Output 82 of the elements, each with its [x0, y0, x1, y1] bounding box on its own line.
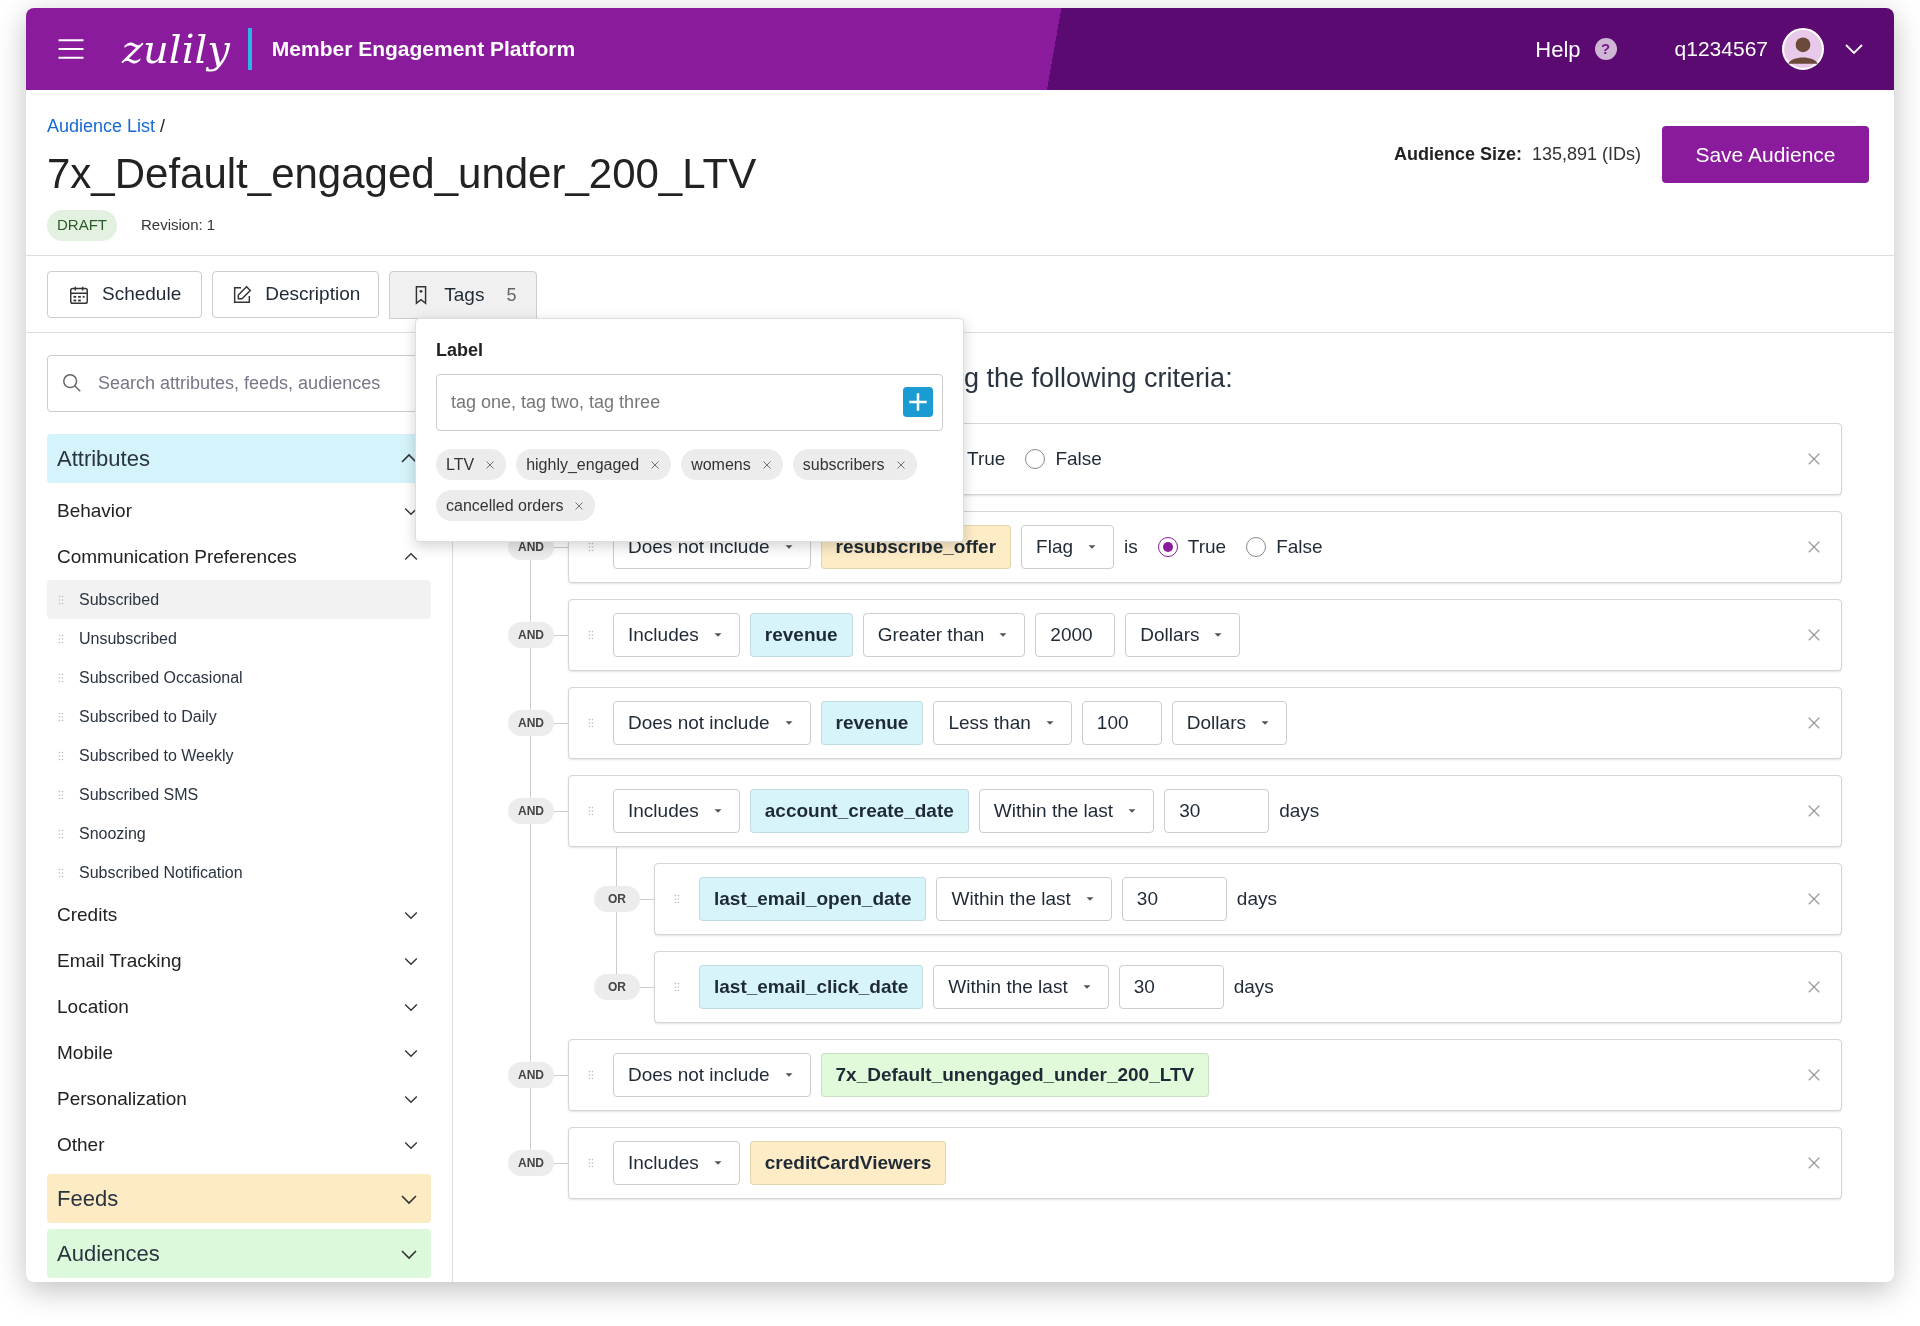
dropdown[interactable]: Includes: [613, 613, 740, 657]
username[interactable]: q1234567: [1674, 33, 1768, 65]
connector-badge: AND: [508, 1062, 554, 1088]
page-title: 7x_Default_engaged_under_200_LTV: [47, 149, 757, 199]
criteria-text: days: [1236, 886, 1277, 911]
connector-badge: OR: [594, 886, 640, 912]
category-row[interactable]: Email Tracking: [47, 938, 431, 984]
dropdown[interactable]: Less than: [933, 701, 1072, 745]
category-row[interactable]: Mobile: [47, 1030, 431, 1076]
tag-input-field[interactable]: tag one, tag two, tag three: [436, 374, 943, 431]
category-row[interactable]: Behavior: [47, 488, 431, 534]
radio-option[interactable]: True: [1157, 532, 1227, 562]
attribute-item[interactable]: Unsubscribed: [47, 619, 431, 658]
criteria-text: days: [1279, 798, 1320, 823]
revision-label: Revision: 1: [141, 215, 216, 235]
dropdown[interactable]: Includes: [613, 789, 740, 833]
criteria-heading: g the following criteria:: [964, 361, 1233, 395]
category-row[interactable]: Credits: [47, 892, 431, 938]
dropdown[interactable]: Dollars: [1171, 701, 1287, 745]
app-title: Member Engagement Platform: [271, 36, 576, 63]
criteria-tag: revenue: [820, 701, 924, 745]
value-input[interactable]: 30: [1164, 789, 1270, 833]
dropdown[interactable]: Does not include: [613, 701, 811, 745]
toolbar-tab[interactable]: Schedule: [47, 271, 203, 318]
dropdown[interactable]: Within the last: [978, 789, 1155, 833]
help-link[interactable]: Help: [1535, 32, 1581, 66]
category-row[interactable]: Other: [47, 1122, 431, 1168]
connector-badge: AND: [508, 798, 554, 824]
dropdown[interactable]: Flag: [1021, 525, 1115, 569]
radio-option[interactable]: False: [1246, 532, 1323, 562]
connector-badge: AND: [508, 622, 554, 648]
criteria-tag: account_create_date: [749, 789, 969, 833]
criteria-tag: creditCardViewers: [749, 1141, 947, 1185]
criteria-text: is: [1124, 534, 1138, 559]
criteria-text: days: [1233, 974, 1274, 999]
attribute-item[interactable]: Subscribed to Weekly: [47, 736, 431, 775]
category-row[interactable]: Personalization: [47, 1076, 431, 1122]
connector-badge: AND: [508, 1150, 554, 1176]
attribute-item[interactable]: Subscribed: [47, 580, 431, 619]
help-icon[interactable]: ?: [1594, 38, 1617, 60]
tag-chip[interactable]: highly_engaged: [516, 449, 672, 480]
dropdown[interactable]: Within the last: [936, 877, 1112, 921]
tag-chip[interactable]: womens: [681, 449, 783, 480]
dropdown[interactable]: Dollars: [1125, 613, 1241, 657]
connector-badge: AND: [508, 710, 554, 736]
attribute-item[interactable]: Subscribed SMS: [47, 775, 431, 814]
field-label: Label: [436, 339, 484, 362]
dropdown[interactable]: Within the last: [933, 965, 1109, 1009]
status-badge: DRAFT: [47, 210, 117, 241]
attribute-item[interactable]: Snoozing: [47, 814, 431, 853]
criteria-text: True: [967, 446, 1006, 471]
criteria-tag: last_email_click_date: [699, 965, 924, 1009]
value-input[interactable]: 2000: [1035, 613, 1116, 657]
breadcrumb-separator: /: [160, 115, 166, 138]
value-input[interactable]: 100: [1081, 701, 1162, 745]
breadcrumb-link[interactable]: Audience List: [47, 113, 156, 140]
tag-count: 5: [506, 283, 517, 307]
dropdown[interactable]: Greater than: [862, 613, 1026, 657]
attribute-item[interactable]: Subscribed Occasional: [47, 658, 431, 697]
audience-size-label: Audience Size:: [1393, 143, 1522, 166]
attribute-item[interactable]: Subscribed Notification: [47, 853, 431, 892]
radio-option[interactable]: False: [1025, 444, 1102, 474]
toolbar-tab[interactable]: Tags 5: [389, 271, 538, 319]
save-audience-button[interactable]: Save Audience: [1662, 126, 1869, 183]
value-input[interactable]: 30: [1121, 877, 1227, 921]
category-row[interactable]: Communication Preferences: [47, 534, 431, 580]
dropdown[interactable]: Includes: [613, 1141, 740, 1185]
toolbar-tab[interactable]: Description: [212, 271, 380, 318]
attribute-item[interactable]: Subscribed to Daily: [47, 697, 431, 736]
audience-size-value: 135,891 (IDs): [1531, 143, 1641, 166]
tag-chip[interactable]: cancelled orders: [436, 490, 596, 521]
category-row[interactable]: Location: [47, 984, 431, 1030]
section-header[interactable]: Audiences: [47, 1229, 431, 1278]
connector-badge: OR: [594, 974, 640, 1000]
dropdown[interactable]: Does not include: [613, 1053, 811, 1097]
value-input[interactable]: 30: [1118, 965, 1224, 1009]
criteria-tag: 7x_Default_unengaged_under_200_LTV: [820, 1053, 1210, 1097]
tag-chip[interactable]: LTV: [436, 449, 507, 480]
section-header[interactable]: Feeds: [47, 1174, 431, 1223]
tag-chip[interactable]: subscribers: [792, 449, 917, 480]
criteria-tag: revenue: [749, 613, 853, 657]
criteria-tag: last_email_open_date: [699, 877, 927, 921]
